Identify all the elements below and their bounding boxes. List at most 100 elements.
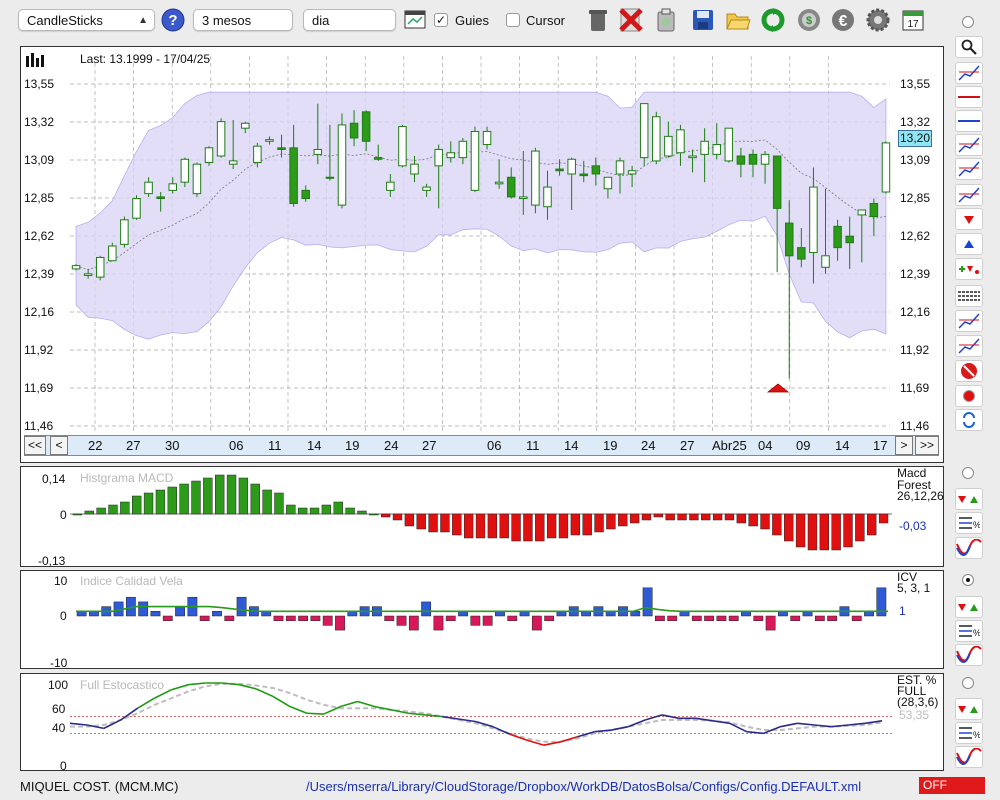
- config-path-link[interactable]: /Users/mserra/Library/CloudStorage/Dropb…: [306, 779, 861, 794]
- trash-icon[interactable]: [585, 6, 611, 34]
- panel-radio-main[interactable]: [962, 16, 974, 28]
- clipboard-icon[interactable]: [653, 6, 679, 34]
- grid-lines-icon[interactable]: [955, 285, 983, 307]
- macd-bar: [582, 513, 592, 536]
- percent-scale-icon[interactable]: [955, 310, 983, 332]
- chart-type-select[interactable]: CandleSticks ▲: [18, 9, 155, 31]
- macd-bar: [535, 513, 545, 542]
- oscillator-icon[interactable]: [955, 644, 983, 666]
- euro-icon[interactable]: €: [830, 6, 856, 34]
- nav-last-button[interactable]: >>: [915, 436, 939, 455]
- macd-bar: [878, 513, 889, 524]
- macd-bar: [701, 513, 711, 521]
- candle-body: [797, 247, 806, 260]
- svg-text:?: ?: [168, 12, 177, 29]
- icv-bar: [224, 615, 235, 621]
- icv-ytick: 10: [54, 574, 68, 588]
- icv-ytick: -10: [50, 656, 68, 670]
- date-axis-label: 19: [345, 438, 360, 453]
- candle-body: [313, 148, 323, 155]
- icv-bar: [790, 615, 801, 621]
- stoch-k-segment: [797, 722, 815, 726]
- fibonacci-icon[interactable]: [955, 184, 983, 206]
- icv-bar: [212, 611, 222, 617]
- help-icon[interactable]: ?: [160, 6, 186, 34]
- volume-profile-icon[interactable]: [955, 62, 983, 84]
- candle-body: [712, 144, 721, 155]
- update-icon[interactable]: $: [796, 6, 822, 34]
- candle-body: [132, 198, 141, 219]
- stop-icon[interactable]: [955, 360, 983, 382]
- macd-bar: [712, 513, 723, 521]
- settings-icon[interactable]: [865, 6, 891, 34]
- trend-channel-icon[interactable]: [955, 134, 983, 156]
- icv-average-line: [76, 605, 888, 613]
- open-folder-icon[interactable]: [725, 6, 751, 34]
- candle-body: [785, 222, 794, 257]
- candle-body: [108, 245, 117, 262]
- icv-bar: [851, 615, 862, 621]
- panel-radio-macd[interactable]: [962, 467, 974, 479]
- calculator-icon[interactable]: [402, 6, 428, 34]
- refresh-icon[interactable]: [760, 6, 786, 34]
- nav-next-button[interactable]: >: [895, 436, 913, 455]
- icv-bar: [531, 615, 542, 631]
- candle-body: [482, 130, 492, 146]
- stoch-k-segment: [289, 705, 308, 714]
- percent-scale-icon[interactable]: %: [955, 722, 983, 744]
- delete-icon[interactable]: [618, 6, 644, 34]
- candle-body: [434, 148, 443, 167]
- sell-arrow-icon[interactable]: [955, 208, 983, 230]
- price-chart[interactable]: [20, 46, 944, 463]
- record-icon[interactable]: [955, 385, 983, 407]
- macd-bar: [167, 486, 177, 515]
- candle-body: [458, 140, 468, 159]
- guides-checkbox[interactable]: ✓: [434, 13, 448, 27]
- interval-select[interactable]: dia: [303, 9, 396, 31]
- candle-body: [688, 155, 697, 159]
- zoom-icon[interactable]: [955, 36, 983, 58]
- stoch-ytick: 0: [60, 759, 67, 773]
- horizontal-red-line-icon[interactable]: [955, 86, 983, 108]
- candle-body: [506, 176, 516, 198]
- panel-radio-icv[interactable]: [962, 574, 974, 586]
- period-select[interactable]: 3 mesos: [193, 9, 293, 31]
- panel-radio-stoch[interactable]: [962, 677, 974, 689]
- cursor-checkbox[interactable]: [506, 13, 520, 27]
- oscillator-icon[interactable]: [955, 537, 983, 559]
- nav-first-button[interactable]: <<: [24, 436, 46, 455]
- percent-levels-icon[interactable]: [955, 335, 983, 357]
- percent-scale-icon[interactable]: %: [955, 512, 983, 534]
- macd-bar: [558, 513, 569, 539]
- mode-status-badge[interactable]: OFF: [919, 777, 985, 794]
- sell-buy-signals-icon[interactable]: [955, 596, 983, 618]
- svg-text:%: %: [973, 628, 980, 638]
- macd-bar: [72, 513, 83, 516]
- horizontal-blue-line-icon[interactable]: [955, 110, 983, 132]
- candle-body: [494, 181, 504, 185]
- swap-icon[interactable]: [955, 409, 983, 431]
- signals-icon[interactable]: [955, 258, 983, 280]
- candle-body: [809, 186, 818, 254]
- percent-scale-icon[interactable]: %: [955, 620, 983, 642]
- icv-bar: [544, 615, 555, 621]
- sell-buy-signals-icon[interactable]: [955, 488, 983, 510]
- macd-bar: [570, 513, 581, 536]
- icv-bar: [827, 615, 838, 621]
- stoch-k-segment: [272, 695, 291, 708]
- save-icon[interactable]: [690, 6, 716, 34]
- candle-body: [555, 168, 564, 172]
- trend-line-icon[interactable]: [955, 158, 983, 180]
- macd-bar: [440, 513, 450, 533]
- date-axis-label: 17: [873, 438, 888, 453]
- macd-bar: [487, 513, 498, 539]
- buy-arrow-icon[interactable]: [955, 233, 983, 255]
- oscillator-icon[interactable]: [955, 746, 983, 768]
- candle-body: [337, 124, 347, 206]
- calendar-icon[interactable]: 17: [900, 6, 926, 34]
- candle-body: [519, 196, 528, 200]
- sell-buy-signals-icon[interactable]: [955, 698, 983, 720]
- date-axis-label: 27: [126, 438, 141, 453]
- nav-prev-button[interactable]: <: [50, 436, 68, 455]
- macd-bar: [357, 510, 367, 515]
